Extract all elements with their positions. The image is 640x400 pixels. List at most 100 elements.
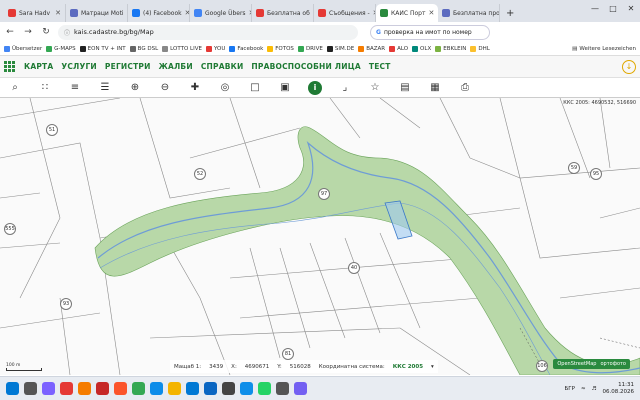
bookmark-item[interactable]: Übersetzer bbox=[4, 45, 42, 52]
photos-icon[interactable] bbox=[186, 382, 199, 395]
new-tab-button[interactable]: + bbox=[500, 4, 520, 22]
bookmark-item[interactable]: LOTTO LIVE bbox=[162, 45, 202, 52]
pin-icon[interactable]: ◎ bbox=[210, 78, 240, 98]
parcel-number-label[interactable]: 95 bbox=[590, 168, 602, 180]
bookmark-item[interactable]: EON TV + INT bbox=[79, 45, 126, 52]
bookmark-item[interactable]: FOTOS bbox=[267, 45, 294, 52]
browser-tab[interactable]: КАИС Порт ✕ bbox=[376, 4, 438, 22]
browser-tab[interactable]: Безплатна об✕ bbox=[252, 4, 314, 22]
bookmark-item[interactable]: EBKLEIN bbox=[435, 45, 466, 52]
bookmark-item[interactable]: DRIVE bbox=[297, 45, 323, 52]
opera-icon[interactable] bbox=[60, 382, 73, 395]
teamviewer-icon[interactable] bbox=[240, 382, 253, 395]
menu-item[interactable]: ПРАВОСПОСОБНИ ЛИЦА bbox=[251, 62, 360, 71]
pan-icon[interactable]: ✚ bbox=[180, 78, 210, 98]
download-icon[interactable]: ↓ bbox=[622, 59, 636, 74]
clock[interactable]: 11:31 06.08.2026 bbox=[603, 382, 635, 396]
apps-grid-icon[interactable] bbox=[4, 60, 16, 73]
bookmark-item[interactable]: YOU bbox=[205, 45, 225, 52]
bookmark-item[interactable]: BAZAR bbox=[358, 45, 385, 52]
firefox-icon[interactable] bbox=[78, 382, 91, 395]
book-icon[interactable]: ▤ bbox=[390, 78, 420, 98]
info-icon[interactable]: i bbox=[300, 78, 330, 98]
forward-button[interactable]: → bbox=[22, 27, 34, 37]
tab-close-icon[interactable]: ✕ bbox=[428, 9, 434, 17]
minimize-button[interactable]: — bbox=[586, 0, 604, 18]
basemap-switcher[interactable]: OpenStreetMap ортофото bbox=[553, 359, 630, 369]
parcel-number-label[interactable]: 51 bbox=[46, 124, 58, 136]
search-taskbar-icon[interactable] bbox=[24, 382, 37, 395]
select-rect-icon[interactable]: □ bbox=[240, 78, 270, 98]
map-canvas[interactable] bbox=[0, 98, 640, 375]
parcel-number-label[interactable]: 40 bbox=[348, 262, 360, 274]
chevron-down-icon[interactable]: ▾ bbox=[431, 364, 434, 370]
stack-icon[interactable]: ☰ bbox=[90, 78, 120, 98]
browser-tab[interactable]: Sara Hadv ✕ bbox=[4, 4, 66, 22]
bookmark-item[interactable]: BG DSL bbox=[129, 45, 158, 52]
parcel-number-label[interactable]: 81 bbox=[282, 348, 294, 360]
measure-line-icon[interactable]: ⌟ bbox=[330, 78, 360, 98]
copilot-icon[interactable] bbox=[42, 382, 55, 395]
select-area-icon[interactable]: ▣ bbox=[270, 78, 300, 98]
close-window-button[interactable]: ✕ bbox=[622, 0, 640, 18]
menu-item[interactable]: КАРТА bbox=[24, 62, 53, 71]
parcel-number-label[interactable]: 93 bbox=[60, 298, 72, 310]
zoom-in-icon[interactable]: ⊕ bbox=[120, 78, 150, 98]
mail-icon[interactable] bbox=[204, 382, 217, 395]
site-info-icon[interactable]: ⓘ bbox=[64, 28, 70, 37]
bookmark-item[interactable]: ALO bbox=[389, 45, 408, 52]
chrome-icon[interactable] bbox=[132, 382, 145, 395]
tab-close-icon[interactable]: ✕ bbox=[55, 9, 61, 17]
measure-area-icon[interactable]: ☆ bbox=[360, 78, 390, 98]
url-field[interactable]: ⓘ kais.cadastre.bg/bg/Map bbox=[58, 24, 358, 40]
language-indicator[interactable]: БГР bbox=[565, 386, 575, 392]
ortho-option[interactable]: ортофото bbox=[600, 361, 626, 367]
menu-item[interactable]: РЕГИСТРИ bbox=[105, 62, 151, 71]
vivaldi-icon[interactable] bbox=[96, 382, 109, 395]
table-icon[interactable]: ▦ bbox=[420, 78, 450, 98]
bookmark-item[interactable]: DHL bbox=[470, 45, 490, 52]
print-icon[interactable]: ⎙ bbox=[450, 78, 480, 98]
menu-item[interactable]: ЖАЛБИ bbox=[159, 62, 193, 71]
browser-tab[interactable]: Безплатна про✕ bbox=[438, 4, 500, 22]
store-icon[interactable] bbox=[222, 382, 235, 395]
browser-tab[interactable]: Google Übers✕ bbox=[190, 4, 252, 22]
cadastral-map[interactable]: ККС 2005: 4690532, 516690 51 52 97 95 40 93 55… bbox=[0, 98, 640, 375]
windows-start-icon[interactable] bbox=[6, 382, 19, 395]
browser-tab[interactable]: (4) Facebook ✕ bbox=[128, 4, 190, 22]
wifi-icon[interactable]: ≈ bbox=[581, 386, 586, 392]
layers-icon[interactable]: ≡ bbox=[60, 78, 90, 98]
menu-item[interactable]: УСЛУГИ bbox=[61, 62, 97, 71]
tab-favicon-icon bbox=[8, 9, 16, 17]
maximize-button[interactable]: □ bbox=[604, 0, 622, 18]
bookmark-item[interactable]: OLX bbox=[412, 45, 431, 52]
nodes-icon[interactable]: ∷ bbox=[30, 78, 60, 98]
menu-item[interactable]: ТЕСТ bbox=[369, 62, 391, 71]
crs-select[interactable]: ККС 2005 bbox=[393, 364, 423, 370]
browser-tab[interactable]: Матраци Moti✕ bbox=[66, 4, 128, 22]
osm-option[interactable]: OpenStreetMap bbox=[557, 361, 596, 367]
whatsapp-icon[interactable] bbox=[258, 382, 271, 395]
bookmark-item[interactable]: G-MAPS bbox=[46, 45, 76, 52]
bookmark-item[interactable]: Facebook bbox=[229, 45, 263, 52]
edge-icon[interactable] bbox=[150, 382, 163, 395]
parcel-number-label[interactable]: 59 bbox=[568, 162, 580, 174]
parcel-number-label[interactable]: 97 bbox=[318, 188, 330, 200]
brave-icon[interactable] bbox=[114, 382, 127, 395]
search-icon[interactable]: ⌕ bbox=[0, 78, 30, 98]
zoom-out-icon[interactable]: ⊖ bbox=[150, 78, 180, 98]
reload-button[interactable]: ↻ bbox=[40, 27, 52, 37]
other-bookmarks[interactable]: ▤ Weitere Lesezeichen bbox=[572, 46, 636, 52]
parcel-number-label[interactable]: 106 bbox=[536, 360, 548, 372]
viber-icon[interactable] bbox=[294, 382, 307, 395]
parcel-number-label[interactable]: 555 bbox=[4, 223, 16, 235]
settings-icon[interactable] bbox=[276, 382, 289, 395]
back-button[interactable]: ← bbox=[4, 27, 16, 37]
explorer-icon[interactable] bbox=[168, 382, 181, 395]
browser-tab[interactable]: Съобщения -✕ bbox=[314, 4, 376, 22]
search-field[interactable]: G проверка на имот по номер bbox=[370, 24, 490, 40]
bookmark-item[interactable]: SIM.DE bbox=[326, 45, 354, 52]
parcel-number-label[interactable]: 52 bbox=[194, 168, 206, 180]
menu-item[interactable]: СПРАВКИ bbox=[201, 62, 244, 71]
volume-icon[interactable]: ♬ bbox=[592, 386, 597, 392]
